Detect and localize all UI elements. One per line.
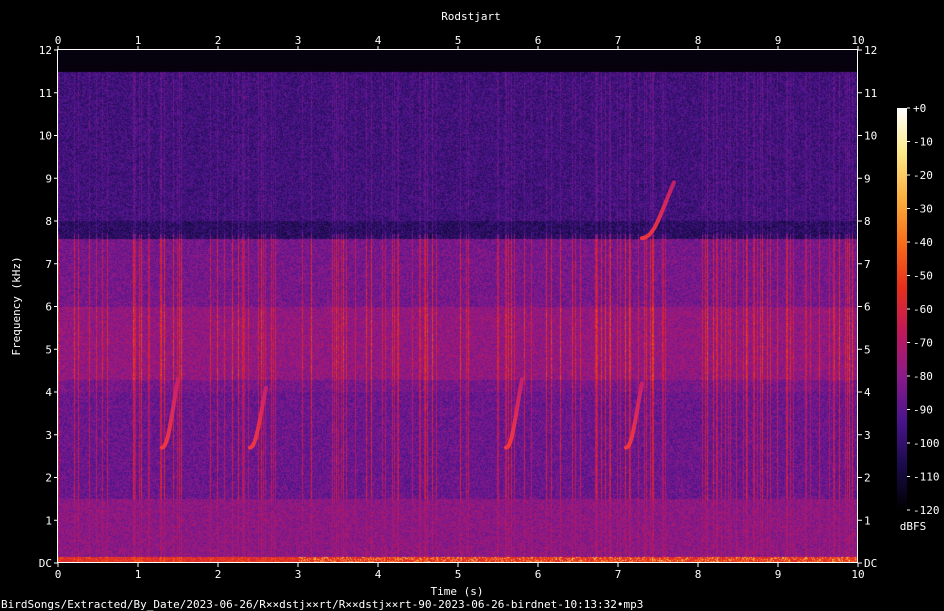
y-left-tick-label: 12 [39,44,52,57]
y-right-tick-label: DC [864,557,877,570]
colorbar-tick-label: -30 [913,203,933,216]
file-path-caption: BirdSongs/Extracted/By_Date/2023-06-26/R… [1,598,643,611]
x-top-tick-label: 8 [695,34,702,47]
x-top-tick-label: 7 [615,34,622,47]
y-right-tick-label: 12 [864,44,877,57]
colorbar-tick-label: -120 [913,504,940,517]
y-left-tick-label: 5 [45,343,52,356]
x-top-tick-label: 9 [775,34,782,47]
chart-title: Rodstjart [441,10,501,23]
colorbar-tick-label: -50 [913,270,933,283]
x-top-tick-label: 6 [535,34,542,47]
y-left-tick-label: 2 [45,472,52,485]
y-left-tick-label: 10 [39,130,52,143]
y-right-tick-label: 11 [864,87,877,100]
x-top-tick-label: 5 [455,34,462,47]
y-right-tick-label: 2 [864,472,871,485]
x-bottom-tick-label: 1 [135,568,142,581]
y-right-tick-label: 7 [864,258,871,271]
y-left-tick-label: 1 [45,514,52,527]
y-left-tick-label: 4 [45,386,52,399]
x-bottom-tick-label: 4 [375,568,382,581]
x-top-tick-label: 4 [375,34,382,47]
x-bottom-tick-label: 9 [775,568,782,581]
y-right-tick-label: 9 [864,172,871,185]
colorbar-ticks: +0 -10 -20 -30 -40 -50 -60 -70 -80 -90 -100 -110 -12… [907,102,940,517]
colorbar-tick-label: -70 [913,337,933,350]
colorbar-tick-label: -90 [913,404,933,417]
x-bottom-tick-label: 8 [695,568,702,581]
colorbar-gradient [897,108,907,510]
x-bottom-tick-label: 0 [55,568,62,581]
colorbar-label: dBFS [900,520,927,533]
x-axis-top: 0 1 2 3 4 5 6 7 8 9 10 [55,34,865,50]
y-left-tick-label: 6 [45,301,52,314]
colorbar-tick-label: -20 [913,169,933,182]
x-bottom-tick-label: 10 [851,568,864,581]
x-top-tick-label: 3 [295,34,302,47]
x-bottom-tick-label: 6 [535,568,542,581]
y-right-tick-label: 4 [864,386,871,399]
spectrogram-image-wrap [58,50,858,563]
colorbar-tick-label: +0 [913,102,926,115]
y-right-tick-label: 5 [864,343,871,356]
colorbar-tick-label: -80 [913,370,933,383]
y-left-tick-label: 3 [45,429,52,442]
x-axis-bottom: 0 1 2 3 4 5 6 7 8 9 10 [55,563,865,581]
x-bottom-tick-label: 3 [295,568,302,581]
x-bottom-tick-label: 5 [455,568,462,581]
y-left-tick-label: 11 [39,87,52,100]
colorbar: +0 -10 -20 -30 -40 -50 -60 -70 -80 -90 -100 -110 -12… [897,102,940,533]
colorbar-tick-label: -100 [913,437,940,450]
x-top-tick-label: 0 [55,34,62,47]
y-axis-right: DC123456789101112 [858,44,877,570]
x-axis-label: Time (s) [431,585,484,598]
y-left-tick-label: DC [39,557,52,570]
x-top-tick-label: 2 [215,34,222,47]
y-right-tick-label: 8 [864,215,871,228]
y-left-tick-label: 9 [45,172,52,185]
y-right-tick-label: 1 [864,514,871,527]
colorbar-tick-label: -10 [913,136,933,149]
y-right-tick-label: 10 [864,130,877,143]
colorbar-tick-label: -110 [913,471,940,484]
y-left-tick-label: 8 [45,215,52,228]
x-bottom-tick-label: 2 [215,568,222,581]
x-top-tick-label: 1 [135,34,142,47]
x-bottom-tick-label: 7 [615,568,622,581]
y-right-tick-label: 6 [864,301,871,314]
spectrogram-image [58,50,858,563]
colorbar-tick-label: -40 [913,236,933,249]
x-top-tick-label: 10 [851,34,864,47]
spectrogram-figure: Rodstjart 0 1 2 3 4 5 6 7 8 9 10 0 1 2 3 4 5 6 7 8 9 10 DC12… [1,10,940,611]
y-axis-label: Frequency (kHz) [10,256,23,355]
y-axis-left: DC123456789101112 [39,44,58,570]
y-left-tick-label: 7 [45,258,52,271]
y-right-tick-label: 3 [864,429,871,442]
colorbar-tick-label: -60 [913,303,933,316]
